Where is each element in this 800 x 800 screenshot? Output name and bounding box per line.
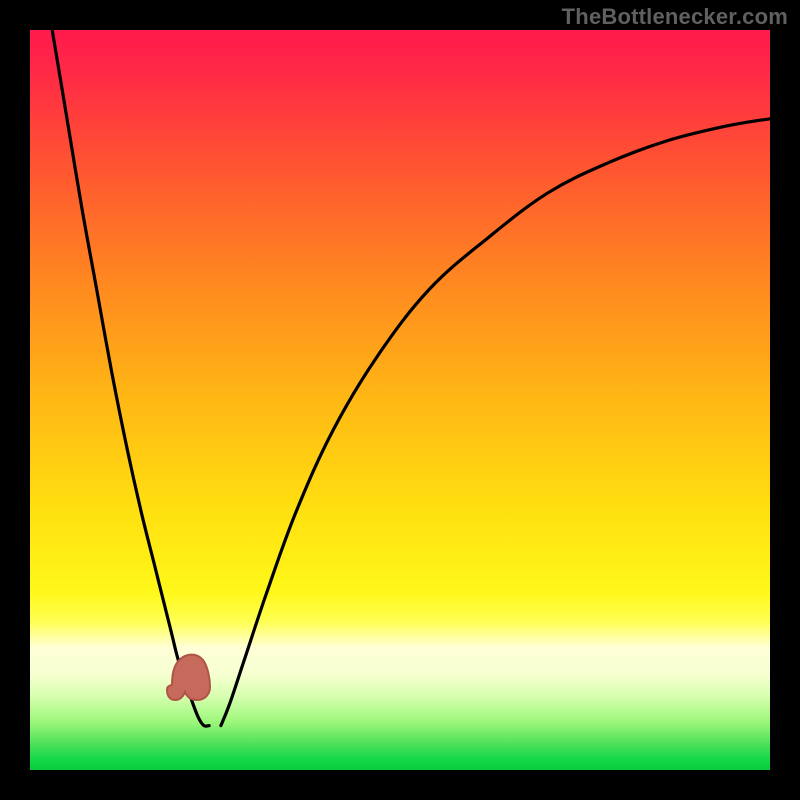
watermark-text: TheBottlenecker.com — [562, 4, 788, 30]
bottleneck-chart — [0, 0, 800, 800]
chart-frame: TheBottlenecker.com — [0, 0, 800, 800]
plot-background — [30, 30, 770, 770]
